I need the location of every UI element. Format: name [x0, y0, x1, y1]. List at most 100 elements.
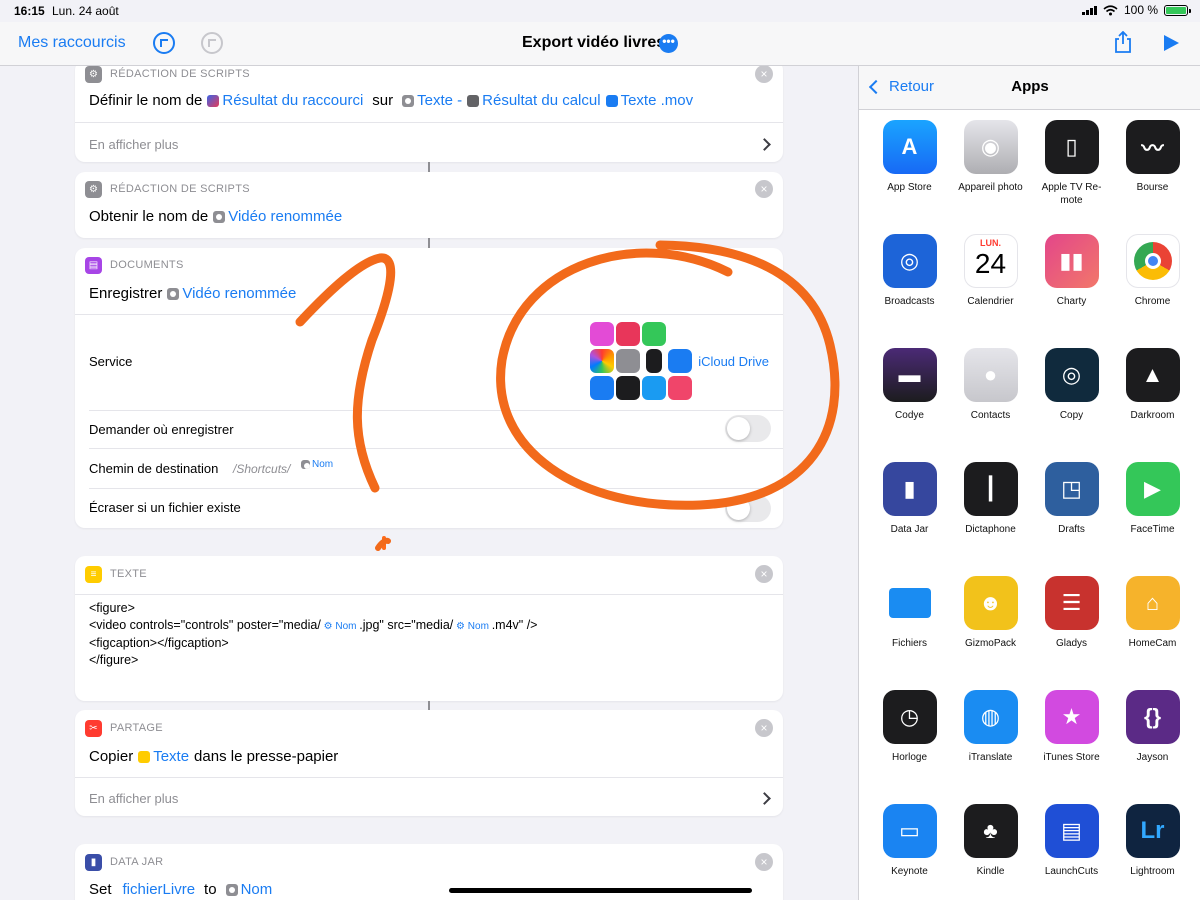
share-icon[interactable] [1114, 31, 1132, 53]
variable-token[interactable]: Vidéo renommée [213, 208, 342, 225]
app-item[interactable]: ⌂ HomeCam [1112, 576, 1193, 690]
variable-token[interactable]: Vidéo renommée [167, 285, 296, 302]
destination-label: Chemin de destination [89, 461, 219, 476]
app-label: Horloge [891, 752, 928, 763]
variable-token[interactable]: Nom [301, 459, 333, 470]
app-item[interactable]: ☻ GizmoPack [950, 576, 1031, 690]
app-item[interactable]: ▤ LaunchCuts [1031, 804, 1112, 900]
overwrite-toggle[interactable] [725, 495, 771, 522]
app-label: HomeCam [1128, 638, 1177, 649]
chevron-right-icon[interactable] [758, 138, 771, 151]
ask-where-toggle[interactable] [725, 415, 771, 442]
show-more-link[interactable]: En afficher plus [89, 791, 178, 806]
app-item[interactable]: ▮▮ Charty [1031, 234, 1112, 348]
app-item[interactable]: ▮ Data Jar [869, 462, 950, 576]
app-item[interactable]: 〰 Bourse [1112, 120, 1193, 234]
app-label: Broadcasts [884, 296, 935, 307]
phone-mini-icon [642, 322, 666, 346]
remove-action-icon[interactable]: × [755, 565, 773, 583]
remove-action-icon[interactable]: × [755, 853, 773, 871]
shortcut-editor[interactable]: ⚙ RÉDACTION DE SCRIPTS × Définir le nom … [0, 66, 857, 900]
action-word: to [204, 881, 217, 898]
status-time: 16:15 [14, 4, 45, 18]
destination-path[interactable]: /Shortcuts/ [233, 462, 290, 476]
action-line: Copier Texte dans le presse-papier [89, 748, 338, 765]
airdrop-mini-icon [642, 376, 666, 400]
app-item[interactable]: Fichiers [869, 576, 950, 690]
app-item[interactable]: ◍ iTranslate [950, 690, 1031, 804]
app-item[interactable]: ┃ Dictaphone [950, 462, 1031, 576]
app-item[interactable]: ☰ Gladys [1031, 576, 1112, 690]
variable-token[interactable]: Résultat du raccourci [207, 92, 363, 109]
app-item[interactable]: LUN. 24 Calendrier [950, 234, 1031, 348]
service-app-icons[interactable] [590, 322, 696, 402]
clock-icon: ◷ [882, 690, 937, 744]
kindle-icon: ♣ [963, 804, 1018, 858]
remove-action-icon[interactable]: × [755, 719, 773, 737]
launchcuts-icon: ▤ [1044, 804, 1099, 858]
facetime-icon: ▶ [1125, 462, 1180, 516]
app-item[interactable]: A App Store [869, 120, 950, 234]
app-label: iTunes Store [1043, 752, 1100, 763]
app-label: Drafts [1058, 524, 1085, 535]
exit-mini-icon [668, 376, 692, 400]
back-to-shortcuts-button[interactable]: Mes raccourcis [18, 34, 126, 52]
action-verb: Enregistrer [89, 285, 163, 302]
gear-icon [402, 94, 415, 107]
run-play-icon[interactable] [1164, 35, 1179, 51]
app-item[interactable]: ▶ FaceTime [1112, 462, 1193, 576]
category-label: RÉDACTION DE SCRIPTS [110, 183, 250, 195]
app-label: App Store [887, 182, 932, 193]
app-item[interactable]: ◳ Drafts [1031, 462, 1112, 576]
camera-mini-icon [616, 376, 640, 400]
undo-icon[interactable] [153, 32, 175, 54]
app-label: Codye [895, 410, 924, 421]
variable-token[interactable]: Texte .mov [605, 92, 693, 109]
variable-token[interactable]: Texte [138, 748, 189, 765]
action-line: Définir le nom de Résultat du raccourci … [89, 92, 693, 109]
app-item[interactable]: ▯ Apple TV Re-mote [1031, 120, 1112, 234]
app-item[interactable]: ◉ Appareil photo [950, 120, 1031, 234]
shortcut-title[interactable]: Export vidéo livres [522, 34, 665, 52]
camera-icon: ◉ [963, 120, 1018, 174]
app-item[interactable]: ● Contacts [950, 348, 1031, 462]
text-content[interactable]: <figure> <video controls="controls" poste… [89, 600, 537, 669]
variable-token[interactable]: ⚙ Nom [321, 621, 359, 632]
app-item[interactable]: {} Jayson [1112, 690, 1193, 804]
service-value[interactable]: iCloud Drive [698, 354, 769, 369]
gear-icon [301, 460, 310, 469]
app-item[interactable]: ▭ Keynote [869, 804, 950, 900]
show-more-link[interactable]: En afficher plus [89, 137, 178, 152]
app-item[interactable]: ▬ Codye [869, 348, 950, 462]
signal-icon [1081, 5, 1097, 15]
app-item[interactable]: ▲ Darkroom [1112, 348, 1193, 462]
variable-token[interactable]: Nom [225, 881, 272, 898]
variable-token[interactable]: Résultat du calcul [467, 92, 601, 109]
app-item[interactable]: ◷ Horloge [869, 690, 950, 804]
chevron-right-icon[interactable] [758, 792, 771, 805]
app-label: Lightroom [1130, 866, 1175, 877]
app-label: Kindle [976, 866, 1005, 877]
app-item[interactable]: Chrome [1112, 234, 1193, 348]
gear-icon [167, 287, 180, 300]
variable-token[interactable]: fichierLivre [123, 881, 196, 898]
variable-token[interactable]: ⚙ Nom [453, 621, 491, 632]
app-label: Bourse [1136, 182, 1169, 193]
remove-action-icon[interactable]: × [755, 180, 773, 198]
variable-token[interactable]: Texte - [402, 92, 462, 109]
app-item[interactable]: ♣ Kindle [950, 804, 1031, 900]
gladys-icon: ☰ [1044, 576, 1099, 630]
more-options-icon[interactable]: ••• [659, 34, 678, 53]
calculator-icon [467, 94, 480, 107]
app-item[interactable]: ◎ Broadcasts [869, 234, 950, 348]
app-item[interactable]: ★ iTunes Store [1031, 690, 1112, 804]
app-item[interactable]: ◎ Copy [1031, 348, 1112, 462]
status-date: Lun. 24 août [52, 4, 119, 18]
remove-action-icon[interactable]: × [755, 66, 773, 83]
redo-icon[interactable] [201, 32, 223, 54]
app-label: Charty [1056, 296, 1087, 307]
app-label: GizmoPack [964, 638, 1017, 649]
app-item[interactable]: Lr Lightroom [1112, 804, 1193, 900]
stocks-icon: 〰 [1125, 120, 1180, 174]
action-verb: Copier [89, 748, 134, 765]
